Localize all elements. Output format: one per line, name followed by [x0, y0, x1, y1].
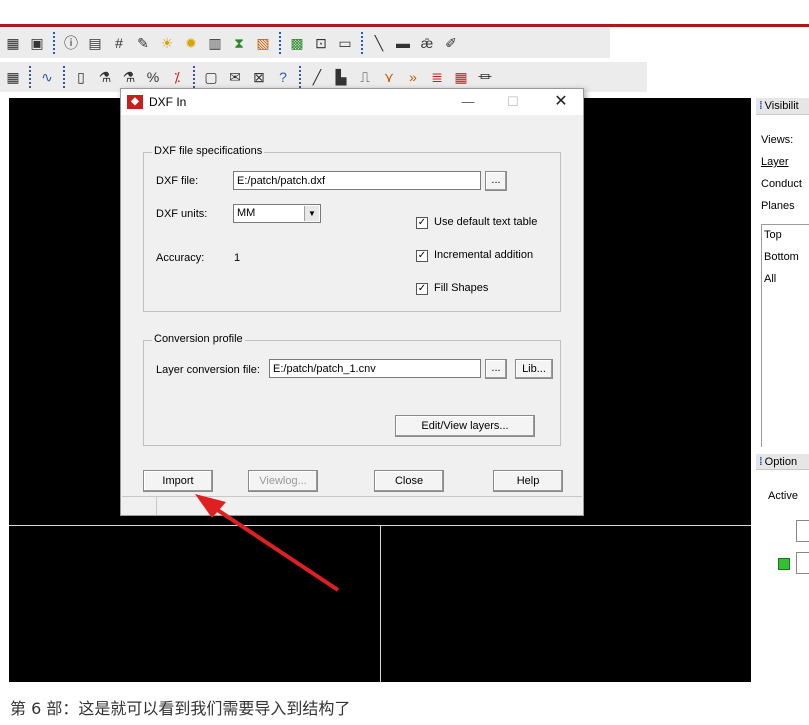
arrow-shaft: [208, 503, 340, 592]
caption-text: 第 6 部：这是就可以看到我们需要导入到结构了: [10, 699, 351, 718]
annotation-arrow: [195, 494, 340, 592]
